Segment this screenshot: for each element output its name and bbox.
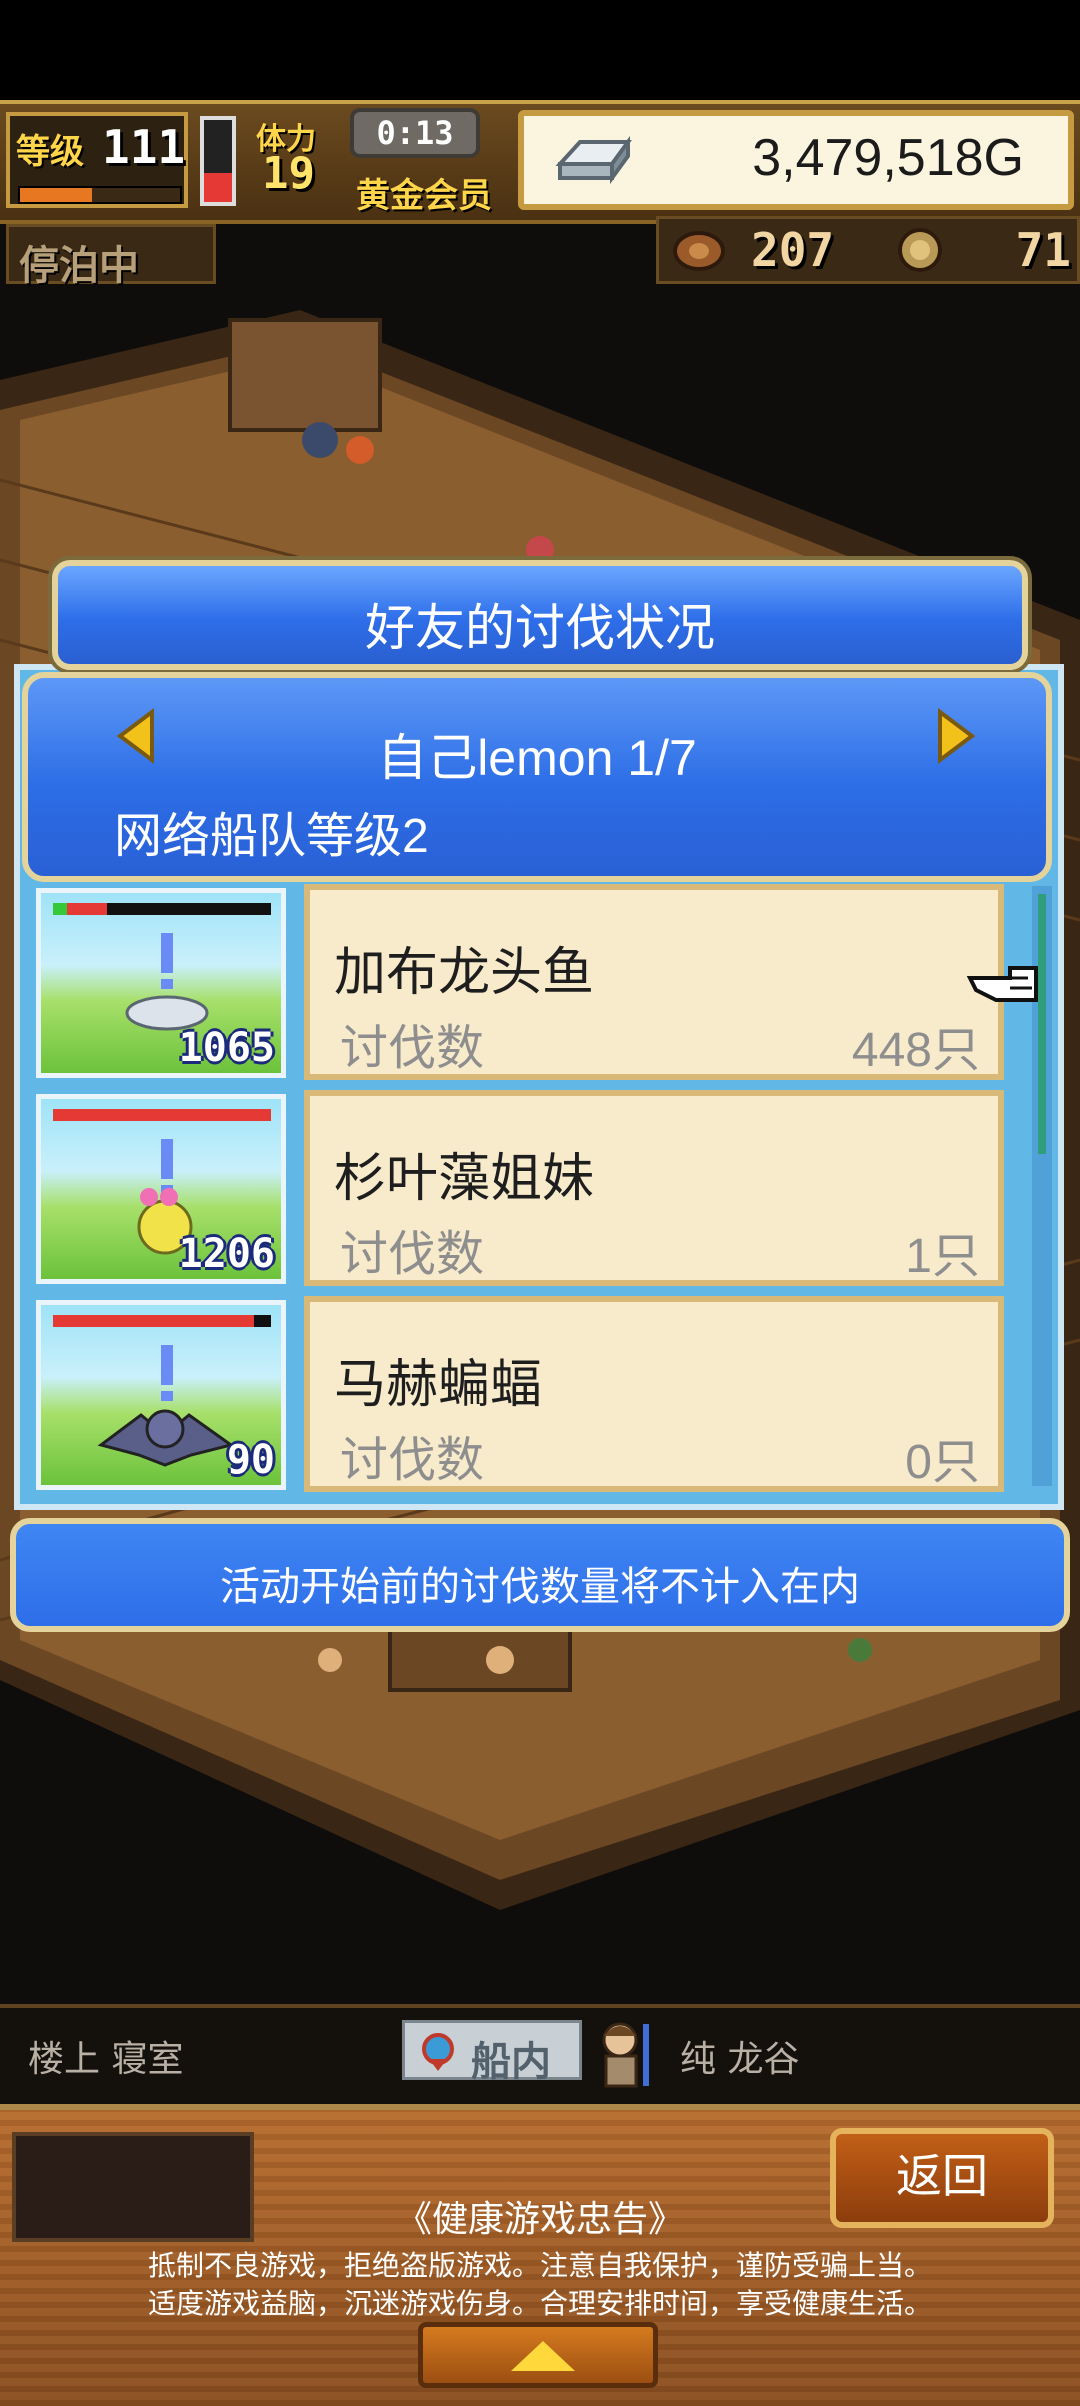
gold-value: 3,479,518G [752,129,1024,187]
monster-name: 加布龙头鱼 [334,943,595,1003]
pointer-hand-icon [966,966,1038,1002]
health-advisory-line2: 适度游戏益脑，沉迷游戏伤身。合理安排时间，享受健康生活。 [147,2287,932,2320]
top-hud: 等级 111 体力 19 0:13 黄金会员 3,479,518G [0,100,1080,224]
gold-box[interactable]: 3,479,518G [518,110,1074,210]
location-left[interactable]: 楼上 寝室 [28,2030,183,2082]
friend-name: 自己lemon 1/7 [377,730,697,786]
monster-thumbnail: 1065 [36,888,286,1078]
tab-ship-label: 船内 [471,2039,551,2085]
kill-value: 0只 [905,1436,980,1489]
stamina-value: 19 [262,148,315,199]
level-value: 111 [102,120,186,174]
monster-count: 90 [226,1437,275,1483]
health-advisory-line1: 抵制不良游戏，拒绝盗版游戏。注意自我保护，谨防受骗上当。 [147,2249,932,2282]
list-item[interactable]: 1206 杉叶藻姐妹 讨伐数 1只 [28,1090,1008,1288]
resource2-value: 71 [1015,223,1071,277]
monster-count: 1206 [178,1231,275,1277]
location-bar: 楼上 寝室 船内 纯 龙谷 [0,2004,1080,2108]
level-progress-bar [18,186,182,204]
monster-info-card: 加布龙头鱼 讨伐数 448只 [304,884,1004,1080]
resource-box[interactable]: 207 71 [656,216,1080,284]
character-avatar-icon[interactable] [590,2016,660,2092]
anchor-status-box[interactable]: 停泊中 [6,224,216,289]
monster-name: 马赫蝙蝠 [334,1355,543,1415]
level-progress-fill [20,188,92,202]
friend-header: 自己lemon 1/7 网络船队等级2 [22,672,1052,882]
monster-info-card: 马赫蝙蝠 讨伐数 0只 [304,1296,1004,1492]
resource1-value: 207 [751,223,835,277]
list-item[interactable]: 90 马赫蝙蝠 讨伐数 0只 [28,1296,1008,1494]
scrollbar-thumb[interactable] [1038,894,1046,1154]
member-badge[interactable]: 黄金会员 [356,168,492,217]
kill-value: 448只 [851,1024,980,1077]
list-item[interactable]: 1065 加布龙头鱼 讨伐数 448只 [28,884,1008,1082]
fleet-level: 网络船队等级2 [114,810,429,863]
kill-value: 1只 [905,1230,980,1283]
monster-name: 杉叶藻姐妹 [334,1149,595,1209]
map-pin-icon [422,2033,454,2071]
monster-thumbnail: 1206 [36,1094,286,1284]
notice-text: 活动开始前的讨伐数量将不计入在内 [220,1564,860,1610]
stamina-gauge-fill [204,173,232,202]
anchor-status: 停泊中 [19,243,139,289]
level-label: 等级 [16,132,84,172]
monster-list[interactable]: 1065 加布龙头鱼 讨伐数 448只 1206 杉叶藻姐妹 讨伐数 1只 90… [28,880,1038,1500]
arrow-right-icon[interactable] [936,708,976,764]
kill-label: 讨伐数 [340,1226,485,1282]
footer-panel: 返回 《健康游戏忠告》 抵制不良游戏，拒绝盗版游戏。注意自我保护，谨防受骗上当。… [0,2104,1080,2406]
dialog-title: 好友的讨伐状况 [365,599,715,657]
monster-thumbnail: 90 [36,1300,286,1490]
tab-ship-interior[interactable]: 船内 [402,2020,582,2085]
notice-banner: 活动开始前的讨伐数量将不计入在内 [10,1518,1070,1632]
kill-label: 讨伐数 [340,1432,485,1488]
location-right[interactable]: 纯 龙谷 [680,2030,799,2082]
kill-label: 讨伐数 [340,1020,485,1076]
level-box[interactable]: 等级 111 [6,112,188,208]
coin-icon [898,228,942,272]
monster-count: 1065 [178,1025,275,1071]
status-bar-area [0,0,1080,100]
barrel-icon [673,231,725,271]
dialog-title-banner: 好友的讨伐状况 [52,560,1028,670]
health-advisory-title: 《健康游戏忠告》 [395,2199,684,2240]
stamina-gauge [200,116,236,206]
monster-info-card: 杉叶藻姐妹 讨伐数 1只 [304,1090,1004,1286]
expand-up-button[interactable] [418,2322,658,2388]
stamina-timer: 0:13 [350,108,480,158]
silver-ingot-icon [555,135,632,184]
arrow-up-icon [511,2341,575,2371]
